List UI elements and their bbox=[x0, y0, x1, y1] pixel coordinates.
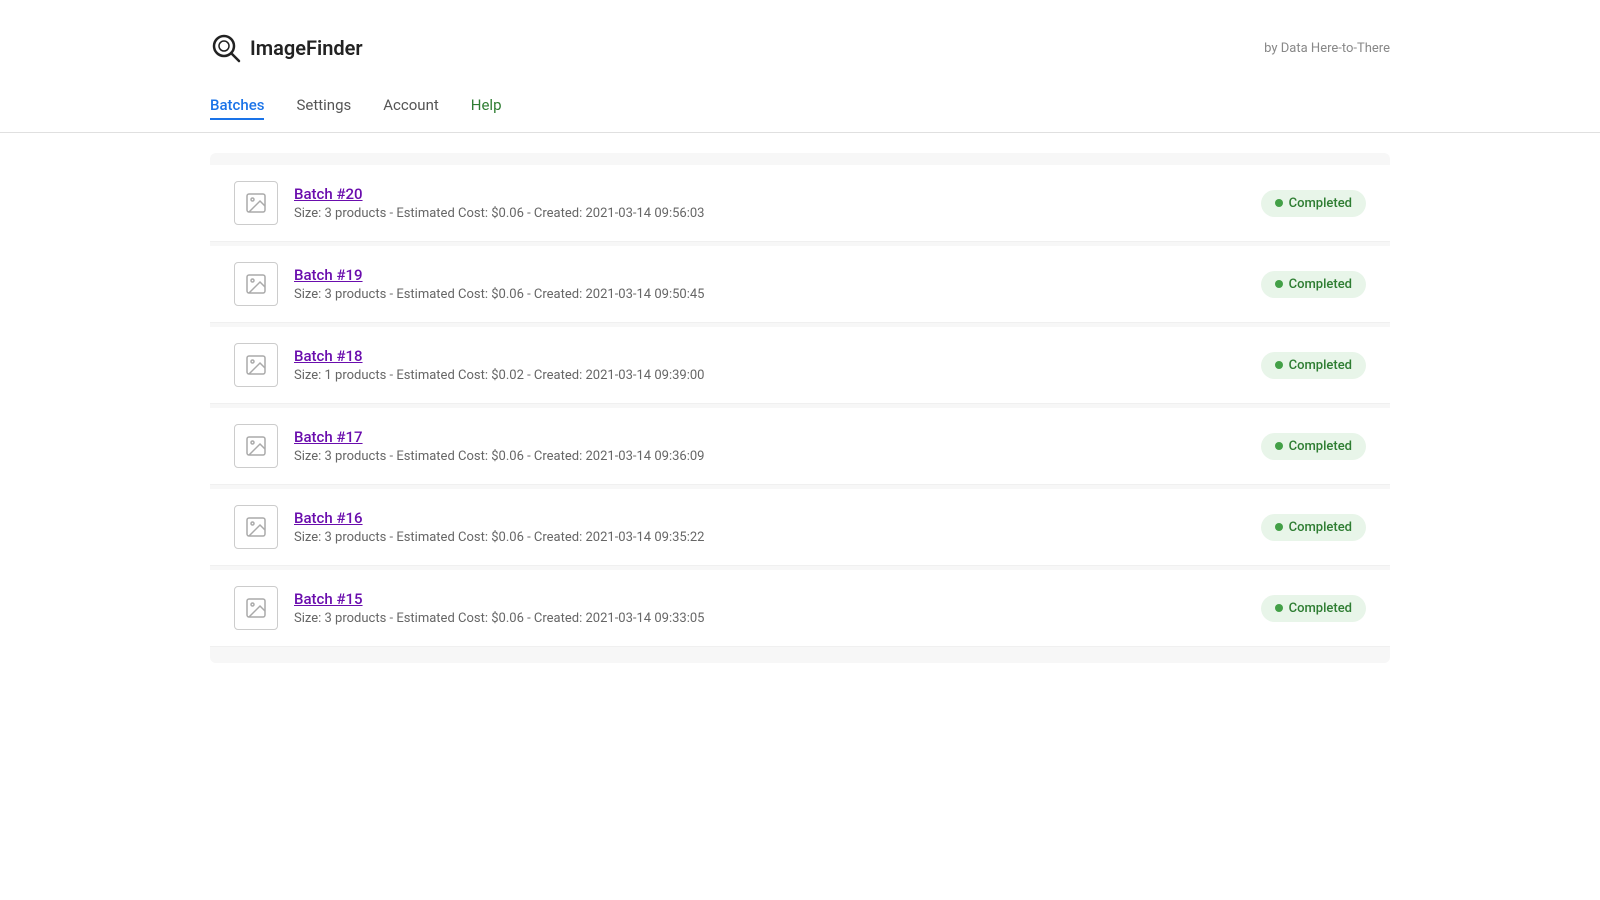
batch-info: Batch #18 Size: 1 products - Estimated C… bbox=[294, 347, 1245, 383]
status-badge: Completed bbox=[1261, 190, 1366, 217]
batches-container: Batch #20 Size: 3 products - Estimated C… bbox=[210, 153, 1390, 663]
header-tagline: by Data Here-to-There bbox=[1264, 41, 1390, 56]
status-label: Completed bbox=[1289, 196, 1352, 211]
status-label: Completed bbox=[1289, 520, 1352, 535]
batch-item: Batch #18 Size: 1 products - Estimated C… bbox=[210, 327, 1390, 404]
main-content: Batch #20 Size: 3 products - Estimated C… bbox=[0, 133, 1600, 683]
batch-item: Batch #20 Size: 3 products - Estimated C… bbox=[210, 165, 1390, 242]
batch-title[interactable]: Batch #20 bbox=[294, 185, 1245, 203]
batch-item: Batch #15 Size: 3 products - Estimated C… bbox=[210, 570, 1390, 647]
main-nav: Batches Settings Account Help bbox=[0, 80, 1600, 133]
status-dot bbox=[1275, 523, 1283, 531]
batch-details: Size: 3 products - Estimated Cost: $0.06… bbox=[294, 611, 1245, 626]
status-badge: Completed bbox=[1261, 352, 1366, 379]
batch-item: Batch #17 Size: 3 products - Estimated C… bbox=[210, 408, 1390, 485]
app-title: ImageFinder bbox=[250, 36, 363, 60]
batch-details: Size: 3 products - Estimated Cost: $0.06… bbox=[294, 206, 1245, 221]
batch-info: Batch #16 Size: 3 products - Estimated C… bbox=[294, 509, 1245, 545]
status-dot bbox=[1275, 280, 1283, 288]
status-label: Completed bbox=[1289, 358, 1352, 373]
batch-info: Batch #19 Size: 3 products - Estimated C… bbox=[294, 266, 1245, 302]
batch-icon bbox=[234, 586, 278, 630]
batch-item: Batch #19 Size: 3 products - Estimated C… bbox=[210, 246, 1390, 323]
status-dot bbox=[1275, 604, 1283, 612]
header: ImageFinder by Data Here-to-There bbox=[0, 0, 1600, 80]
status-badge: Completed bbox=[1261, 595, 1366, 622]
batch-icon bbox=[234, 505, 278, 549]
logo-area: ImageFinder bbox=[210, 32, 363, 64]
batch-icon bbox=[234, 424, 278, 468]
status-dot bbox=[1275, 199, 1283, 207]
batch-title[interactable]: Batch #18 bbox=[294, 347, 1245, 365]
batch-details: Size: 3 products - Estimated Cost: $0.06… bbox=[294, 449, 1245, 464]
logo-icon bbox=[210, 32, 242, 64]
batch-icon bbox=[234, 343, 278, 387]
batch-title[interactable]: Batch #17 bbox=[294, 428, 1245, 446]
batch-details: Size: 3 products - Estimated Cost: $0.06… bbox=[294, 530, 1245, 545]
nav-item-batches[interactable]: Batches bbox=[210, 92, 264, 120]
status-badge: Completed bbox=[1261, 271, 1366, 298]
nav-item-settings[interactable]: Settings bbox=[296, 92, 351, 120]
status-dot bbox=[1275, 361, 1283, 369]
batch-title[interactable]: Batch #15 bbox=[294, 590, 1245, 608]
nav-item-account[interactable]: Account bbox=[383, 92, 439, 120]
status-badge: Completed bbox=[1261, 514, 1366, 541]
status-label: Completed bbox=[1289, 601, 1352, 616]
batch-info: Batch #15 Size: 3 products - Estimated C… bbox=[294, 590, 1245, 626]
batch-details: Size: 3 products - Estimated Cost: $0.06… bbox=[294, 287, 1245, 302]
batch-details: Size: 1 products - Estimated Cost: $0.02… bbox=[294, 368, 1245, 383]
batch-icon bbox=[234, 181, 278, 225]
status-badge: Completed bbox=[1261, 433, 1366, 460]
batch-title[interactable]: Batch #16 bbox=[294, 509, 1245, 527]
status-label: Completed bbox=[1289, 277, 1352, 292]
batch-info: Batch #17 Size: 3 products - Estimated C… bbox=[294, 428, 1245, 464]
batch-title[interactable]: Batch #19 bbox=[294, 266, 1245, 284]
status-dot bbox=[1275, 442, 1283, 450]
batch-icon bbox=[234, 262, 278, 306]
batch-item: Batch #16 Size: 3 products - Estimated C… bbox=[210, 489, 1390, 566]
batch-info: Batch #20 Size: 3 products - Estimated C… bbox=[294, 185, 1245, 221]
nav-item-help[interactable]: Help bbox=[471, 92, 502, 120]
status-label: Completed bbox=[1289, 439, 1352, 454]
